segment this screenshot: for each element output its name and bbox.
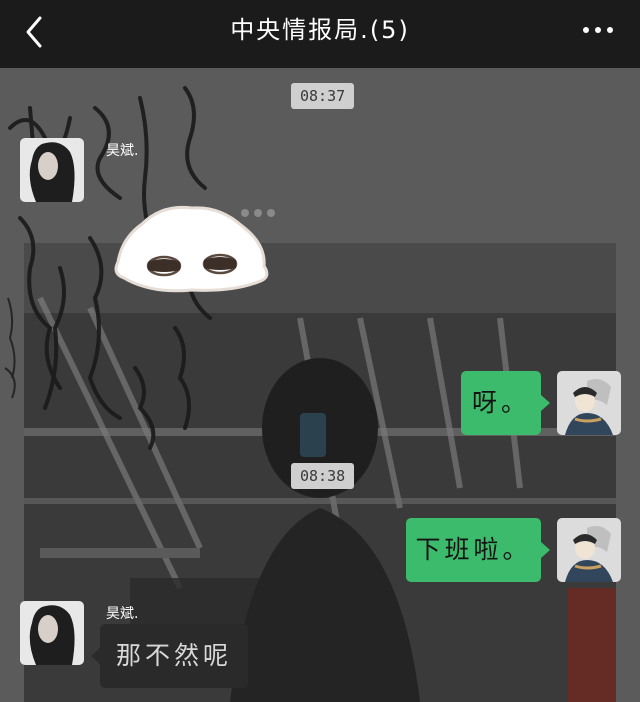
typing-dots-icon bbox=[241, 209, 275, 217]
outgoing-message-bubble[interactable]: 呀。 bbox=[461, 371, 550, 435]
timestamp: 08:37 bbox=[291, 83, 355, 109]
incoming-message-bubble[interactable]: 那不然呢 bbox=[91, 624, 248, 688]
sender-name: 昊斌. bbox=[106, 143, 139, 159]
more-dots-icon[interactable] bbox=[580, 20, 616, 40]
my-avatar[interactable] bbox=[557, 518, 621, 582]
my-avatar[interactable] bbox=[557, 371, 621, 435]
timestamp: 08:38 bbox=[291, 463, 355, 489]
chat-header: 中央情报局.(5) bbox=[0, 0, 640, 68]
contact-avatar[interactable] bbox=[20, 601, 84, 665]
outgoing-message-bubble[interactable]: 下班啦。 bbox=[406, 518, 550, 582]
chat-title: 中央情报局.(5) bbox=[230, 16, 410, 44]
chat-area[interactable]: 08:37 昊斌. 呀。 08:38 下班啦。 昊斌. 那不然呢 bbox=[0, 68, 640, 702]
sender-name: 昊斌. bbox=[106, 606, 139, 622]
chat-wallpaper bbox=[0, 68, 640, 702]
contact-avatar[interactable] bbox=[20, 138, 84, 202]
